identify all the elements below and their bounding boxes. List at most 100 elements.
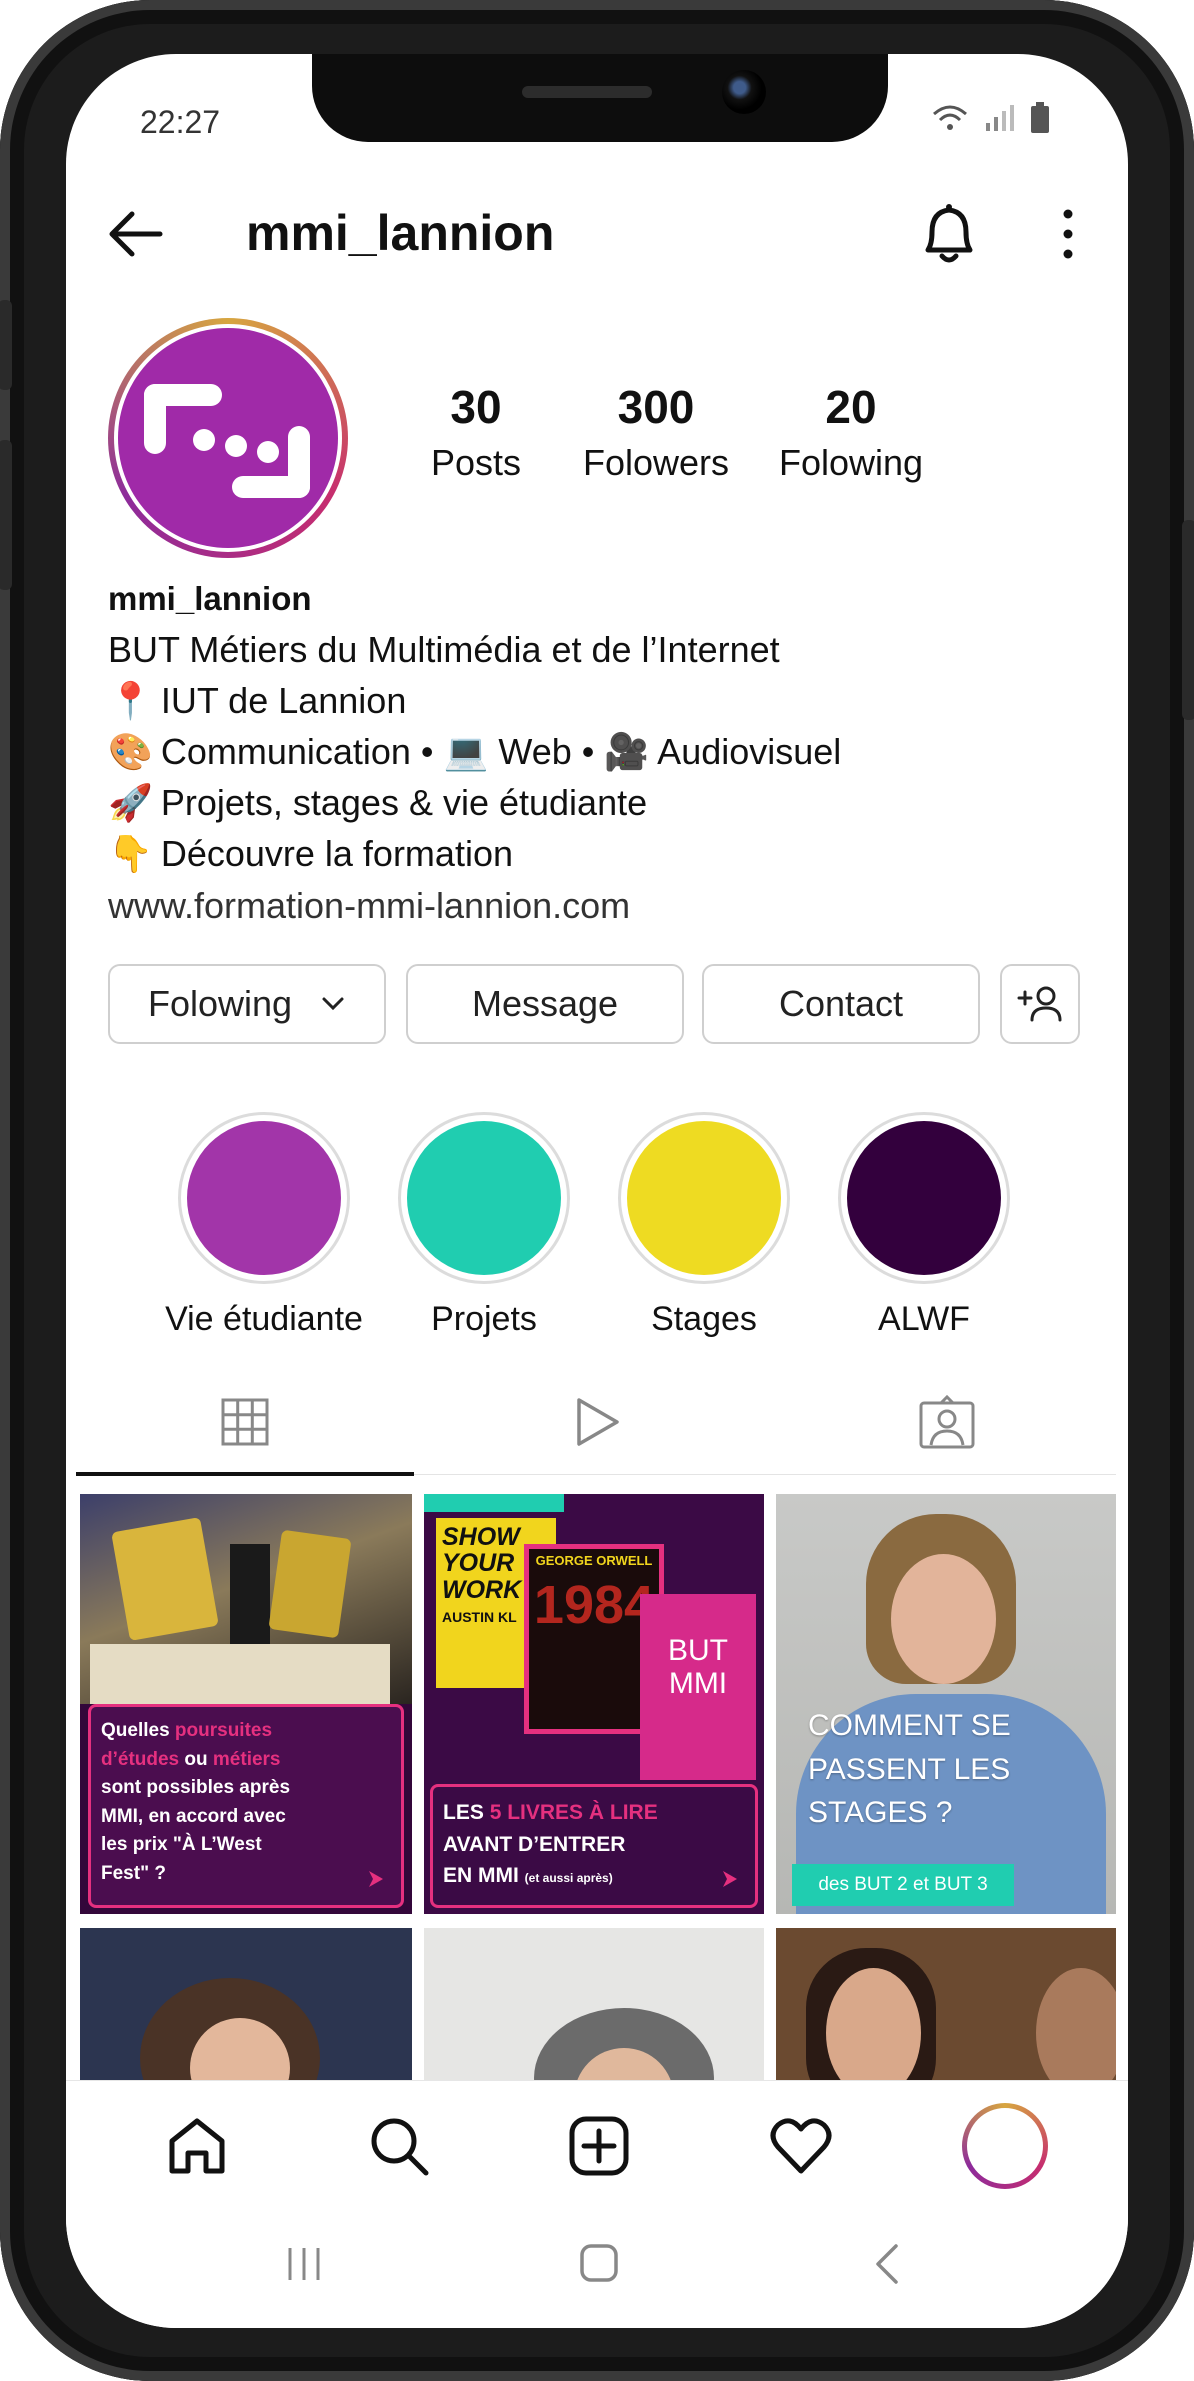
home-icon[interactable] [162, 2111, 232, 2181]
heart-icon[interactable] [766, 2111, 836, 2181]
profile-avatar-icon[interactable] [962, 2103, 1048, 2189]
add-user-icon [1017, 986, 1062, 1022]
arrow-right-icon [723, 1871, 737, 1887]
highlight-label: ALWF [878, 1300, 970, 1338]
bio-line: 🎨 Communication • 💻 Web • 🎥 Audiovisuel [108, 726, 1108, 777]
bell-icon[interactable] [918, 200, 980, 266]
highlight-cover [627, 1121, 781, 1275]
followers-label: Folowers [582, 442, 730, 483]
phone-frame: 22:27 mmi_lannion 30 Posts 300 Folowers … [0, 0, 1194, 2381]
add-user-button[interactable] [1000, 964, 1080, 1044]
more-options-icon[interactable] [1058, 204, 1078, 264]
status-time: 22:27 [140, 104, 221, 140]
highlight-projets[interactable]: Projets [398, 1112, 570, 1339]
highlight-ring [178, 1112, 350, 1284]
followers-stat[interactable]: 300 Folowers [556, 380, 756, 484]
post-text-highlight: d’études [101, 1748, 180, 1770]
post-text: COMMENT SE PASSENT LES STAGES ? [808, 1709, 1011, 1829]
home-button-icon[interactable] [578, 2242, 620, 2284]
post-thumbnail[interactable]: Quelles poursuites d’études ou métiers s… [80, 1494, 412, 1914]
following-label: Folowing [778, 442, 924, 483]
posts-label: Posts [430, 442, 522, 483]
search-icon[interactable] [364, 2111, 434, 2181]
following-count: 20 [825, 381, 877, 433]
post-text: les prix "À L’West [101, 1834, 262, 1855]
screen: 22:27 mmi_lannion 30 Posts 300 Folowers … [66, 54, 1128, 2328]
followers-count: 300 [617, 381, 695, 433]
tagged-user-icon [919, 1395, 975, 1449]
book-author: GEORGE ORWELL [535, 1553, 653, 1568]
bio-name: mmi_lannion [108, 580, 312, 617]
post-text: MMI, en accord avec [101, 1805, 286, 1827]
post-thumbnail[interactable]: SHOW YOUR WORK AUSTIN KL GEORGE ORWELL 1… [424, 1494, 764, 1914]
pin-emoji: 📍 [108, 680, 153, 721]
highlight-ring [398, 1112, 570, 1284]
wifi-icon [933, 105, 967, 130]
palette-emoji: 🎨 [108, 731, 153, 772]
bio-line: BUT Métiers du Multimédia et de l’Intern… [108, 624, 1108, 675]
tab-reels[interactable] [428, 1372, 766, 1472]
tab-tagged[interactable] [778, 1372, 1116, 1472]
posts-stat[interactable]: 30 Posts [406, 380, 546, 484]
post-caption-box: Quelles poursuites d’études ou métiers s… [88, 1704, 404, 1908]
website-link[interactable]: www.formation-mmi-lannion.com [108, 885, 1108, 927]
highlight-vie-etudiante[interactable]: Vie étudiante [165, 1112, 363, 1339]
post-text: sont possibles après [101, 1777, 291, 1798]
highlight-alwf[interactable]: ALWF [838, 1112, 1010, 1339]
bio: mmi_lannion BUT Métiers du Multimédia et… [108, 580, 1108, 927]
chevron-down-icon [322, 997, 344, 1011]
bottom-navigation [66, 2080, 1128, 2210]
new-post-icon[interactable] [564, 2111, 634, 2181]
post-text: LES [443, 1801, 490, 1824]
highlight-ring [618, 1112, 790, 1284]
following-stat[interactable]: 20 Folowing [756, 380, 946, 484]
profile-username: mmi_lannion [246, 205, 555, 261]
post-thumbnail[interactable] [424, 1928, 764, 2088]
contact-button[interactable]: Contact [702, 964, 980, 1044]
post-text: ou [179, 1748, 213, 1770]
post-text: AVANT D’ENTRER [443, 1832, 626, 1856]
post-photo [80, 1494, 412, 1704]
post-thumbnail[interactable] [776, 1928, 1116, 2088]
posts-count: 30 [450, 381, 502, 433]
rocket-emoji: 🚀 [108, 782, 153, 823]
status-icons [930, 102, 1050, 134]
bio-text: BUT Métiers du Multimédia et de l’Intern… [108, 629, 780, 670]
contact-button-label: Contact [778, 983, 904, 1024]
back-arrow-icon[interactable] [104, 206, 164, 262]
profile-header: mmi_lannion [66, 190, 1128, 280]
following-button-label: Folowing [147, 983, 293, 1024]
post-thumbnail[interactable] [80, 1928, 412, 2088]
avatar[interactable] [108, 318, 348, 558]
post-thumbnail[interactable]: COMMENT SE PASSENT LES STAGES ? des BUT … [776, 1494, 1116, 1914]
front-camera [722, 70, 766, 114]
highlight-stages[interactable]: Stages [618, 1112, 790, 1339]
bio-text: IUT de Lannion [160, 680, 407, 721]
highlight-label: Vie étudiante [165, 1300, 363, 1338]
grid-icon [221, 1398, 269, 1446]
post-text: Quelles [101, 1720, 175, 1741]
post-text: EN MMI [443, 1864, 519, 1887]
bio-text: Communication • 💻 Web • 🎥 Audiovisuel [160, 731, 842, 772]
following-button[interactable]: Folowing [108, 964, 386, 1044]
message-button[interactable]: Message [406, 964, 684, 1044]
bio-line: 📍 IUT de Lannion [108, 675, 1108, 726]
bio-line: 👇 Découvre la formation [108, 828, 1108, 879]
highlight-label: Projets [431, 1300, 537, 1338]
highlight-label: Stages [651, 1300, 757, 1338]
post-caption-box: LES 5 LIVRES À LIRE AVANT D’ENTRER EN MM… [430, 1784, 758, 1908]
active-tab-indicator [76, 1472, 414, 1476]
post-text-highlight: poursuites [174, 1720, 273, 1741]
back-button-icon[interactable] [872, 2242, 902, 2286]
battery-icon [1031, 102, 1049, 133]
tab-grid[interactable] [76, 1372, 414, 1472]
notch [312, 54, 888, 142]
highlight-ring [838, 1112, 1010, 1284]
highlight-cover [187, 1121, 341, 1275]
arrow-right-icon [369, 1871, 383, 1887]
pointing-down-emoji: 👇 [108, 833, 153, 874]
book-title: BUT MMI [668, 1634, 728, 1700]
post-badge: des BUT 2 et BUT 3 [792, 1864, 1014, 1906]
recent-apps-icon[interactable] [284, 2244, 324, 2284]
mmi-logo [118, 328, 338, 548]
